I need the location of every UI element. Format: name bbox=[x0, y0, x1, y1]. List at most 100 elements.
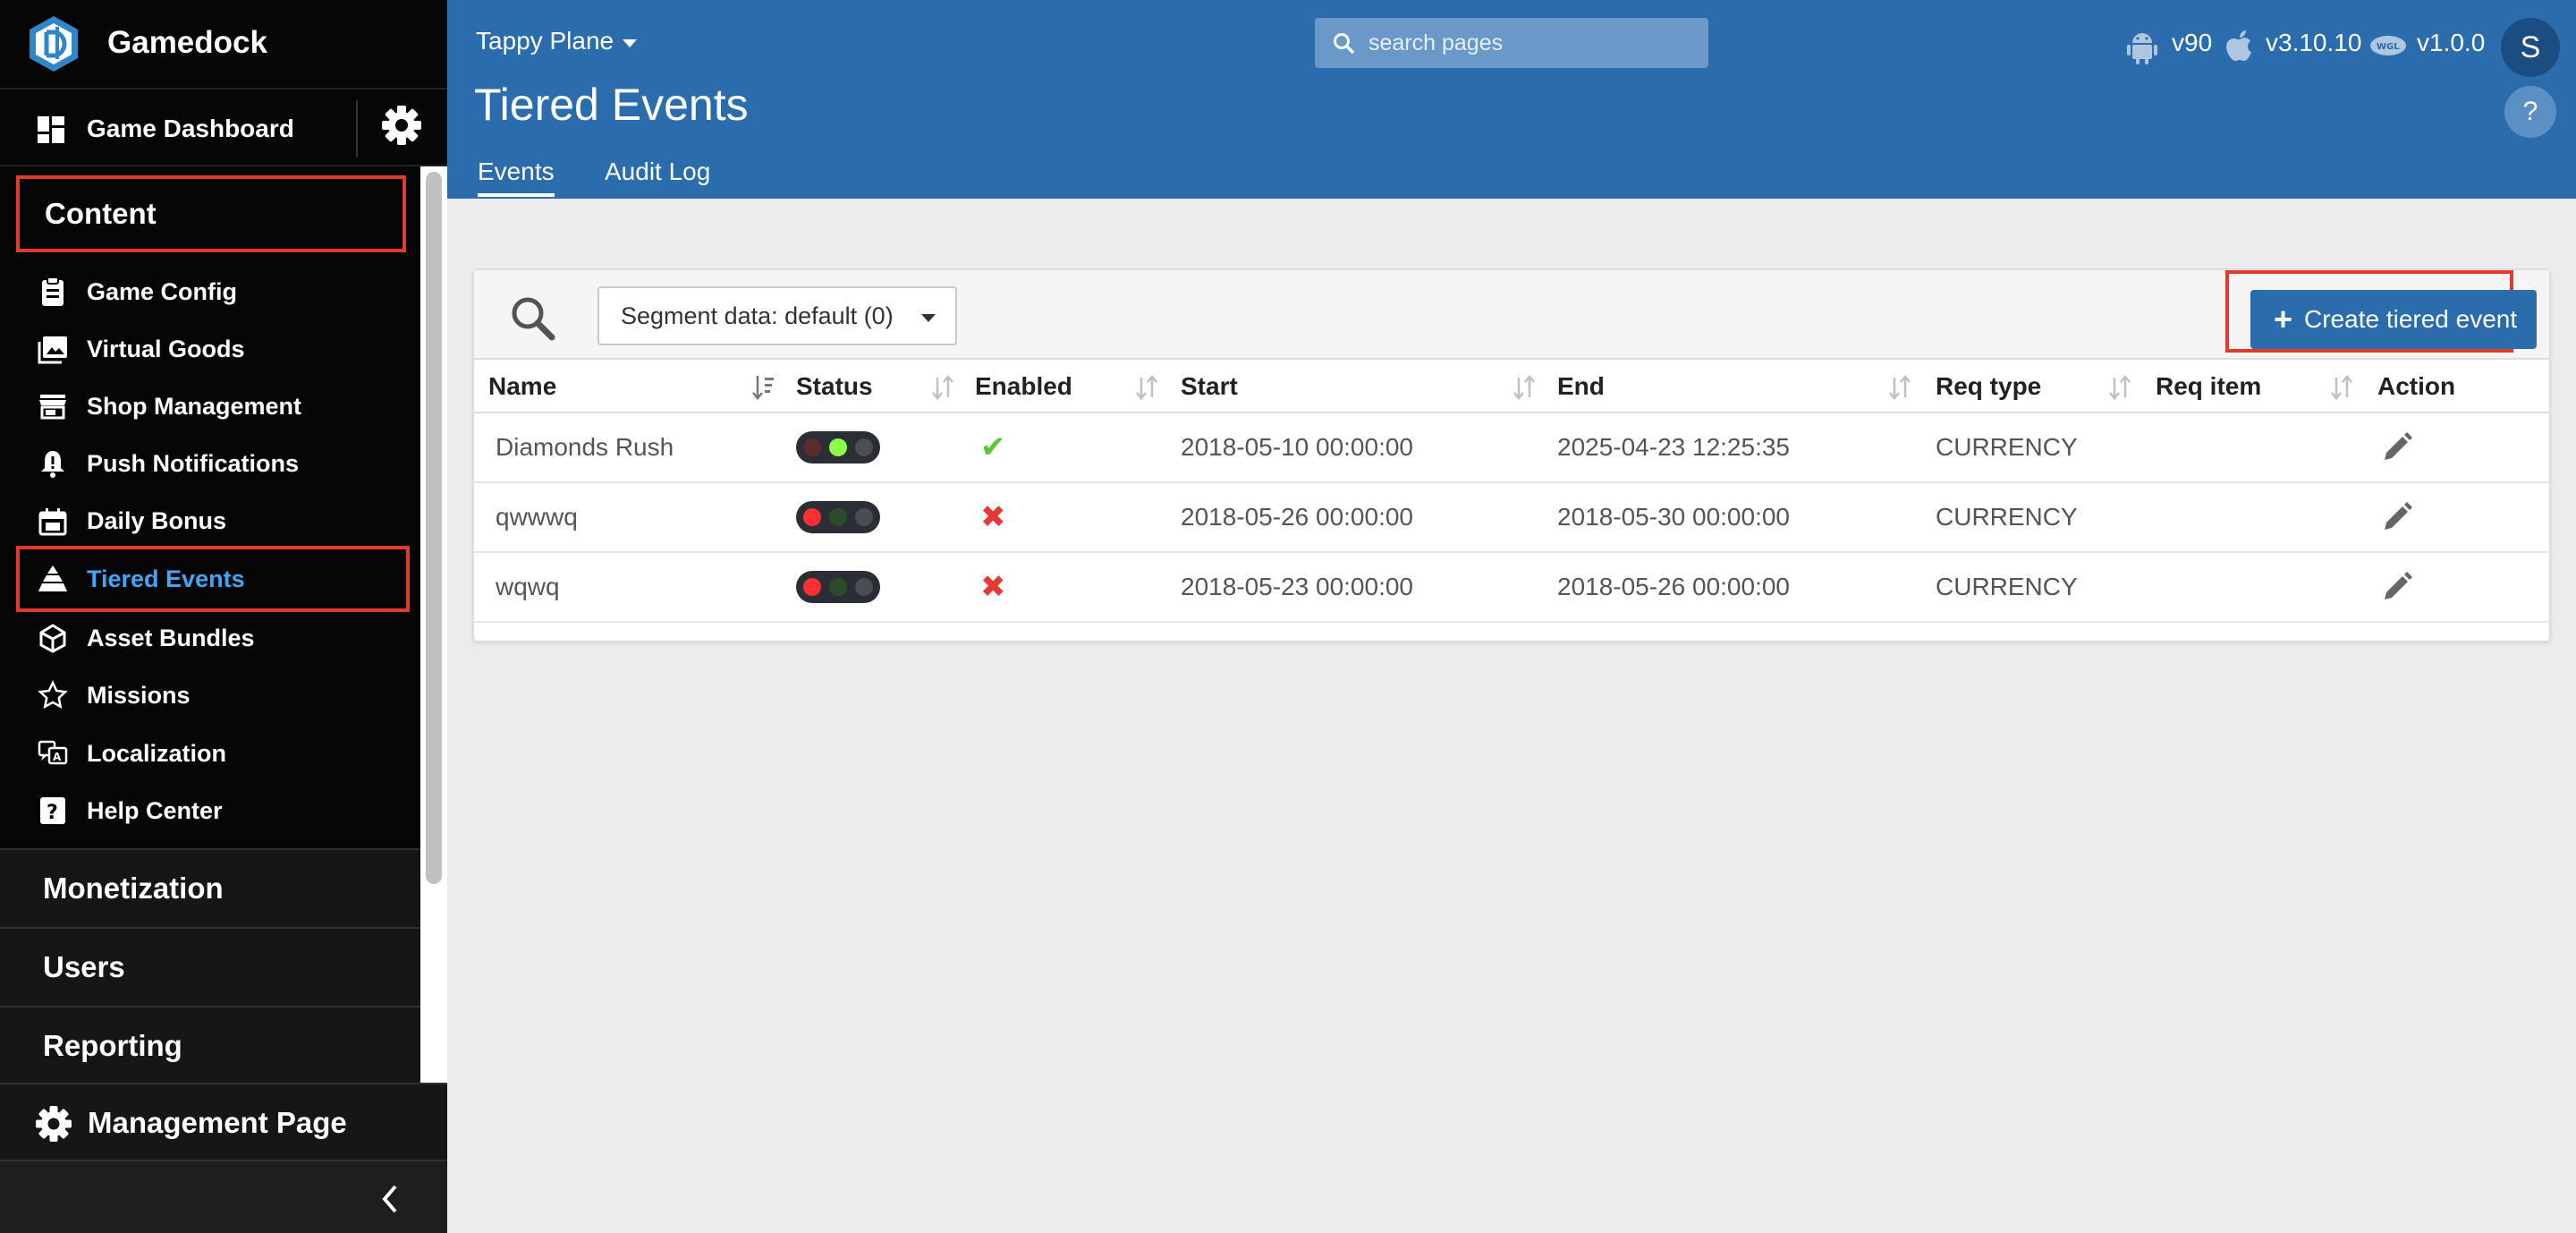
column-header-enabled[interactable]: Enabled bbox=[975, 372, 1072, 401]
event-end: 2025-04-23 12:25:35 bbox=[1557, 433, 1790, 461]
status-light-off bbox=[855, 438, 873, 456]
status-light-red bbox=[803, 438, 821, 456]
sort-icon[interactable] bbox=[1134, 374, 1159, 401]
svg-text:?: ? bbox=[47, 802, 58, 824]
sidebar-lower-sections: Monetization Users Reporting bbox=[0, 848, 420, 1083]
sidebar: Gamedock Game Dashboard Content Game Con… bbox=[0, 0, 447, 1233]
caret-down-icon[interactable] bbox=[623, 39, 637, 47]
disabled-x-icon: ✖ bbox=[980, 500, 1006, 534]
column-header-status[interactable]: Status bbox=[796, 372, 873, 401]
event-start: 2018-05-26 00:00:00 bbox=[1181, 503, 1413, 531]
segment-dropdown[interactable]: Segment data: default (0) bbox=[597, 286, 957, 345]
column-header-name[interactable]: Name bbox=[488, 372, 556, 401]
top-header: Tappy Plane v90 v3.10.10 WGL v1.0.0 S Ti… bbox=[447, 0, 2576, 199]
event-name: wqwq bbox=[496, 573, 560, 600]
sidebar-scrollbar-thumb[interactable] bbox=[426, 172, 442, 884]
sidebar-item-game-config[interactable]: Game Config bbox=[0, 264, 420, 319]
column-header-req-item[interactable]: Req item bbox=[2156, 372, 2261, 401]
gamedock-logo-icon bbox=[30, 16, 78, 72]
sidebar-item-label: Daily Bonus bbox=[87, 507, 227, 534]
search-icon[interactable] bbox=[508, 293, 556, 342]
create-tiered-event-button[interactable]: + Create tiered event bbox=[2250, 290, 2537, 349]
sort-desc-icon[interactable] bbox=[751, 374, 776, 401]
help-button[interactable]: ? bbox=[2504, 86, 2556, 138]
sidebar-item-label: Localization bbox=[87, 740, 227, 767]
pyramid-icon bbox=[38, 565, 67, 591]
help-icon: ? bbox=[40, 797, 65, 824]
sort-icon[interactable] bbox=[1512, 374, 1537, 401]
tab-audit-log[interactable]: Audit Log bbox=[605, 157, 710, 186]
sidebar-item-daily-bonus[interactable]: Daily Bonus bbox=[0, 493, 420, 548]
bell-icon bbox=[41, 451, 64, 478]
table-row[interactable]: Diamonds Rush ✔ 2018-05-10 00:00:00 2025… bbox=[474, 413, 2549, 483]
sidebar-item-asset-bundles[interactable]: Asset Bundles bbox=[0, 610, 420, 666]
event-start: 2018-05-23 00:00:00 bbox=[1181, 573, 1413, 600]
sort-icon[interactable] bbox=[2329, 374, 2354, 401]
search-box[interactable] bbox=[1315, 18, 1708, 68]
clipboard-icon bbox=[42, 276, 64, 306]
sort-icon[interactable] bbox=[2107, 374, 2132, 401]
pencil-icon[interactable] bbox=[2379, 429, 2415, 465]
sort-icon[interactable] bbox=[1887, 374, 1912, 401]
sidebar-section-monetization[interactable]: Monetization bbox=[0, 848, 420, 927]
content-section-header[interactable]: Content bbox=[16, 175, 406, 252]
sidebar-item-shop-management[interactable]: Shop Management bbox=[0, 378, 420, 434]
collapse-sidebar-button[interactable] bbox=[0, 1160, 447, 1233]
panel-toolbar: Segment data: default (0) + Create tiere… bbox=[474, 270, 2549, 360]
table-row[interactable]: wqwq ✖ 2018-05-23 00:00:00 2018-05-26 00… bbox=[474, 553, 2549, 623]
column-header-req-type[interactable]: Req type bbox=[1936, 372, 2041, 401]
android-version: v90 bbox=[2172, 29, 2213, 56]
svg-text:WGL: WGL bbox=[2377, 42, 2400, 52]
search-input[interactable] bbox=[1368, 25, 1690, 61]
settings-gear-icon[interactable] bbox=[380, 104, 423, 147]
event-req-type: CURRENCY bbox=[1936, 503, 2078, 531]
pencil-icon[interactable] bbox=[2379, 569, 2415, 605]
status-light-red bbox=[803, 578, 821, 596]
disabled-x-icon: ✖ bbox=[980, 570, 1006, 604]
status-light-red bbox=[803, 508, 821, 526]
column-header-start[interactable]: Start bbox=[1181, 372, 1238, 401]
game-dashboard-label: Game Dashboard bbox=[87, 115, 294, 142]
sort-icon[interactable] bbox=[930, 374, 955, 401]
management-page-link[interactable]: Management Page bbox=[0, 1083, 447, 1160]
gear-icon bbox=[36, 1106, 72, 1142]
store-icon bbox=[39, 395, 66, 420]
user-avatar[interactable]: S bbox=[2501, 18, 2560, 77]
events-panel: Segment data: default (0) + Create tiere… bbox=[472, 268, 2551, 642]
chevron-left-icon bbox=[382, 1185, 397, 1213]
star-icon bbox=[38, 680, 68, 710]
sidebar-item-label: Asset Bundles bbox=[87, 625, 255, 651]
sidebar-item-help-center[interactable]: ? Help Center bbox=[0, 783, 420, 838]
plus-icon: + bbox=[2274, 301, 2293, 337]
sidebar-item-push-notifications[interactable]: Push Notifications bbox=[0, 436, 420, 491]
sidebar-item-label: Push Notifications bbox=[87, 450, 300, 477]
webgl-version: v1.0.0 bbox=[2417, 29, 2486, 56]
sidebar-item-virtual-goods[interactable]: Virtual Goods bbox=[0, 321, 420, 377]
sidebar-section-users[interactable]: Users bbox=[0, 927, 420, 1006]
project-selector[interactable]: Tappy Plane bbox=[476, 27, 614, 55]
brand[interactable]: Gamedock bbox=[0, 0, 447, 88]
status-light-off bbox=[855, 508, 873, 526]
sidebar-item-label: Game Config bbox=[87, 278, 238, 305]
pencil-icon[interactable] bbox=[2379, 499, 2415, 535]
ios-version: v3.10.10 bbox=[2266, 29, 2362, 56]
caret-down-icon bbox=[921, 314, 936, 322]
calendar-gift-icon bbox=[38, 508, 67, 536]
event-req-type: CURRENCY bbox=[1936, 433, 2078, 461]
sidebar-item-localization[interactable]: A Localization bbox=[0, 726, 420, 781]
table-header: Name Status Enabled Start End Req type R… bbox=[474, 360, 2549, 413]
page-title: Tiered Events bbox=[474, 80, 749, 130]
sidebar-item-missions[interactable]: Missions bbox=[0, 668, 420, 723]
sidebar-item-tiered-events[interactable]: Tiered Events bbox=[16, 546, 410, 612]
status-light-off bbox=[855, 578, 873, 596]
column-header-end[interactable]: End bbox=[1557, 372, 1605, 401]
segment-dropdown-label: Segment data: default (0) bbox=[621, 302, 894, 329]
event-start: 2018-05-10 00:00:00 bbox=[1181, 433, 1413, 461]
tab-events[interactable]: Events bbox=[478, 157, 555, 197]
divider bbox=[356, 100, 358, 157]
table-row[interactable]: qwwwq ✖ 2018-05-26 00:00:00 2018-05-30 0… bbox=[474, 483, 2549, 553]
sidebar-section-reporting[interactable]: Reporting bbox=[0, 1006, 420, 1084]
search-icon bbox=[1334, 33, 1355, 55]
sidebar-item-label: Tiered Events bbox=[87, 565, 245, 592]
section-label: Reporting bbox=[43, 1029, 182, 1062]
